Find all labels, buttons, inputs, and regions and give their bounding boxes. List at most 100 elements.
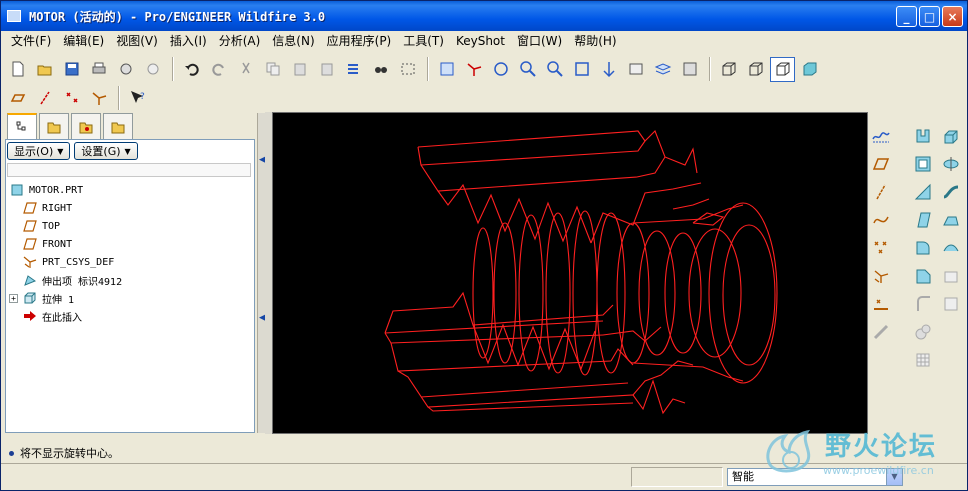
menu-help[interactable]: 帮助(H) (568, 32, 622, 50)
datum-plane-tool-button[interactable] (870, 153, 892, 175)
saved-views-button[interactable] (623, 57, 648, 82)
round-tool-button[interactable] (912, 237, 934, 259)
csys-icon (22, 255, 38, 269)
paste-button[interactable] (287, 57, 312, 82)
extrude-tool-button[interactable] (940, 125, 962, 147)
navigator-tabs (7, 113, 133, 139)
extrude-tool-icon (944, 130, 958, 144)
tree-item-protrusion[interactable]: 伸出项 标识4912 (9, 271, 122, 289)
copy-button[interactable] (260, 57, 285, 82)
sweep-tool-button[interactable] (940, 181, 962, 203)
draft-tool-button[interactable] (912, 209, 934, 231)
datum-axis-tool-button[interactable] (870, 181, 892, 203)
spin-center-button[interactable] (461, 57, 486, 82)
orient-icon (493, 62, 508, 76)
menu-edit[interactable]: 编辑(E) (57, 32, 110, 50)
datum-curve-tool-button[interactable] (870, 209, 892, 231)
revolve-tool-button[interactable] (940, 153, 962, 175)
paste-special-button[interactable] (314, 57, 339, 82)
chamfer-tool-button[interactable] (912, 265, 934, 287)
menu-insert[interactable]: 插入(I) (164, 32, 213, 50)
select-box-button[interactable] (395, 57, 420, 82)
csys-tool-button[interactable] (870, 265, 892, 287)
pattern-tool-button[interactable] (912, 321, 934, 343)
whats-this-button[interactable]: ? (125, 86, 150, 111)
zoom-out-button[interactable] (542, 57, 567, 82)
menu-applications[interactable]: 应用程序(P) (321, 32, 398, 50)
chamfer-tool-icon (916, 269, 931, 284)
find-button[interactable] (368, 57, 393, 82)
tree-item-top[interactable]: TOP (9, 217, 122, 235)
datum-axes-button[interactable] (32, 86, 57, 111)
connections-tab[interactable] (103, 113, 133, 139)
maximize-button[interactable]: □ (919, 6, 940, 27)
refit-button[interactable] (569, 57, 594, 82)
graphics-window[interactable] (272, 112, 868, 434)
favorites-tab[interactable] (71, 113, 101, 139)
select-box-icon (401, 63, 414, 75)
expand-icon[interactable]: + (9, 293, 18, 303)
shading-button[interactable] (797, 57, 822, 82)
tree-item-part[interactable]: MOTOR.PRT (9, 181, 122, 199)
menu-info[interactable]: 信息(N) (266, 32, 320, 50)
offset-tool-button[interactable] (940, 293, 962, 315)
mail-button[interactable] (140, 57, 165, 82)
regenerate-button[interactable] (341, 57, 366, 82)
close-button[interactable]: × (942, 6, 963, 27)
tree-item-right[interactable]: RIGHT (9, 199, 122, 217)
tree-item-extrude[interactable]: + 拉伸 1 (9, 289, 122, 307)
tree-item-insert-here[interactable]: 在此插入 (9, 307, 122, 325)
view-manager-button[interactable] (677, 57, 702, 82)
redo-button[interactable] (206, 57, 231, 82)
zoom-in-button[interactable] (515, 57, 540, 82)
datum-points-icon (65, 92, 78, 103)
hole-tool-button[interactable] (912, 125, 934, 147)
model-tree-tab[interactable] (7, 113, 37, 139)
settings-dropdown[interactable]: 设置(G) ▼ (74, 142, 138, 160)
send-button[interactable] (113, 57, 138, 82)
trim-tool-button[interactable] (912, 293, 934, 315)
table-tool-button[interactable] (912, 349, 934, 371)
save-button[interactable] (59, 57, 84, 82)
datum-planes-button[interactable] (5, 86, 30, 111)
coordinate-systems-button[interactable] (86, 86, 111, 111)
open-button[interactable] (32, 57, 57, 82)
hidden-line-button[interactable] (743, 57, 768, 82)
merge-tool-button[interactable] (940, 265, 962, 287)
tree-item-csys[interactable]: PRT_CSYS_DEF (9, 253, 122, 271)
datum-points-button[interactable] (59, 86, 84, 111)
datum-point-tool-button[interactable] (870, 237, 892, 259)
wireframe-button[interactable] (716, 57, 741, 82)
rib-tool-button[interactable] (912, 181, 934, 203)
sketch-curve-button[interactable] (870, 125, 892, 147)
undo-button[interactable] (179, 57, 204, 82)
shell-tool-button[interactable] (912, 153, 934, 175)
tree-item-front[interactable]: FRONT (9, 235, 122, 253)
panel-splitter[interactable]: ◀ ◀ (257, 113, 266, 433)
window-title: MOTOR (活动的) - Pro/ENGINEER Wildfire 3.0 (29, 9, 326, 24)
orient-button[interactable] (488, 57, 513, 82)
blend-tool-button[interactable] (940, 209, 962, 231)
print-button[interactable] (86, 57, 111, 82)
insert-here-arrow-icon (22, 309, 38, 323)
menu-view[interactable]: 视图(V) (110, 32, 164, 50)
reorient-button[interactable] (596, 57, 621, 82)
no-hidden-button[interactable] (770, 56, 795, 82)
surface-tool-button[interactable] (940, 237, 962, 259)
layers-button[interactable] (650, 57, 675, 82)
forum-watermark: 野火论坛 www.proewildfire.cn (757, 424, 967, 488)
minimize-button[interactable]: _ (896, 6, 917, 27)
menu-keyshot[interactable]: KeyShot (450, 32, 511, 50)
menu-window[interactable]: 窗口(W) (511, 32, 568, 50)
repaint-button[interactable] (434, 57, 459, 82)
cut-button[interactable] (233, 57, 258, 82)
revolve-tool-icon (943, 157, 959, 171)
new-button[interactable] (5, 57, 30, 82)
menu-analysis[interactable]: 分析(A) (213, 32, 267, 50)
folder-browser-tab[interactable] (39, 113, 69, 139)
show-dropdown[interactable]: 显示(O) ▼ (7, 142, 71, 160)
menu-file[interactable]: 文件(F) (5, 32, 57, 50)
analysis-tool-button[interactable] (870, 293, 892, 315)
menu-tools[interactable]: 工具(T) (397, 32, 450, 50)
chain-tool-button[interactable] (870, 321, 892, 343)
